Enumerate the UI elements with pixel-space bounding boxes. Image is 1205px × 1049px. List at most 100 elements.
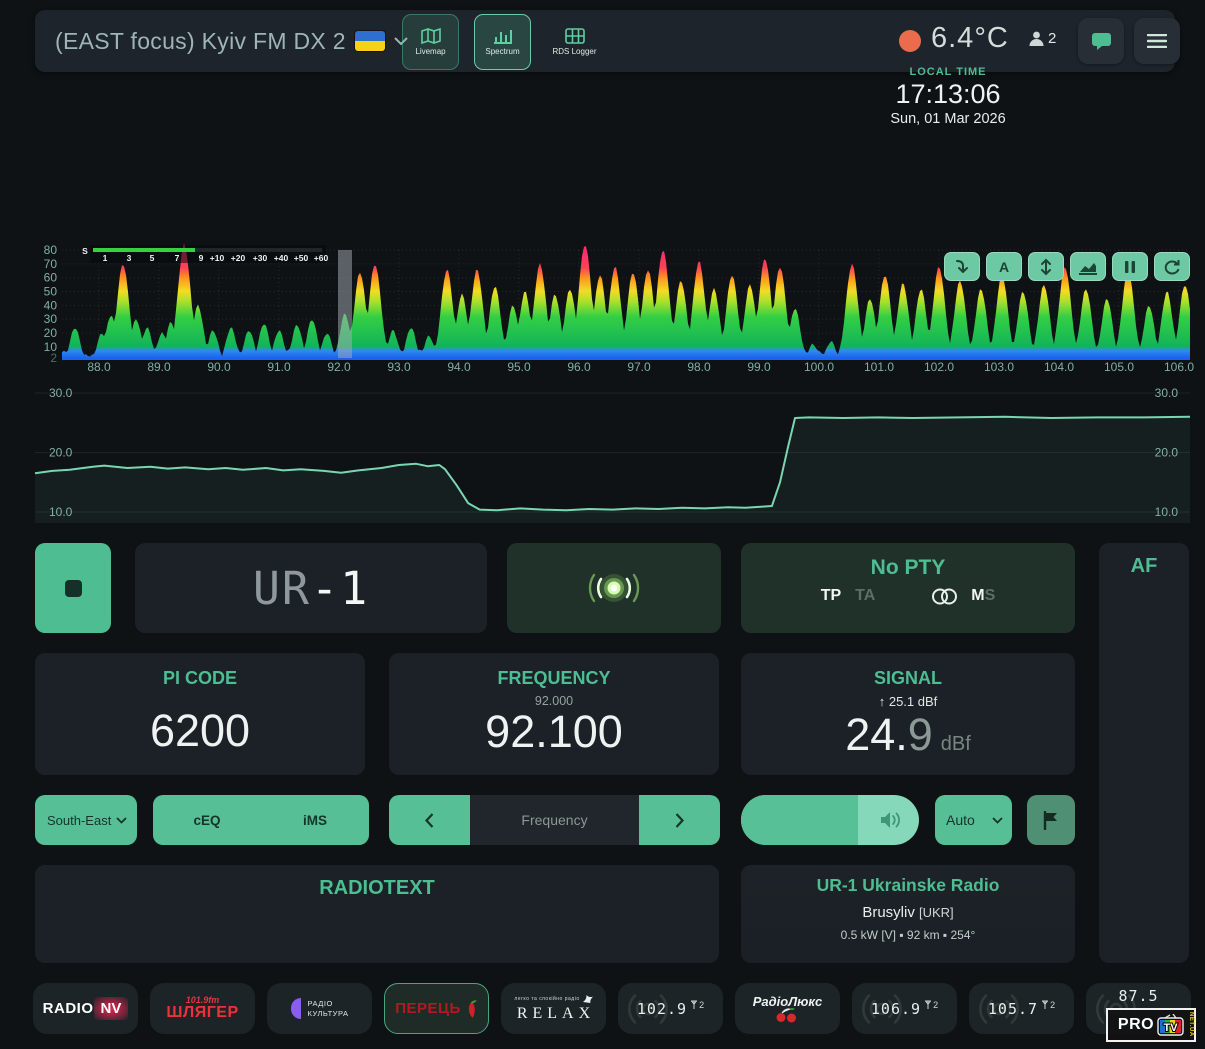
svg-text:+60: +60	[314, 253, 329, 263]
logo-text-accent: NV	[94, 997, 129, 1020]
preset-105.7[interactable]: 105.72	[969, 983, 1074, 1034]
chevron-down-icon	[116, 817, 127, 824]
svg-text:A: A	[999, 259, 1009, 275]
tp-flag: TP	[821, 587, 841, 605]
svg-text:7: 7	[175, 253, 180, 263]
preset-kultura[interactable]: РАДІОКУЛЬТУРА	[267, 983, 372, 1034]
svg-text:91.0: 91.0	[267, 360, 291, 374]
status-dot	[899, 30, 921, 52]
af-label: AF	[1099, 555, 1189, 578]
svg-text:101.0: 101.0	[864, 360, 894, 374]
svg-text:103.0: 103.0	[984, 360, 1014, 374]
livemap-label: Livemap	[415, 47, 445, 56]
pause-button[interactable]	[1112, 252, 1148, 281]
svg-text:95.0: 95.0	[507, 360, 531, 374]
ps-name-panel: UR-1	[135, 543, 487, 633]
signal-value-dec: 9	[908, 709, 933, 761]
logo: ПЕРЕЦЬ	[395, 998, 478, 1020]
pty-value: No PTY	[741, 556, 1075, 580]
play-stop-button[interactable]	[35, 543, 111, 633]
chevron-left-icon	[425, 813, 434, 828]
pty-panel: No PTY TP TA MS	[741, 543, 1075, 633]
local-time-value: 17:13:06	[848, 79, 1048, 110]
chevron-down-icon	[992, 817, 1003, 824]
svg-text:60: 60	[44, 271, 58, 285]
cherries-icon	[774, 1008, 800, 1023]
transmitter-badge: 2	[924, 1000, 938, 1010]
preset-102.9[interactable]: 102.92	[618, 983, 723, 1034]
fm-dx-webserver: (EAST focus) Kyiv FM DX 2 Livemap Spectr…	[0, 0, 1205, 1049]
auto-scale-button[interactable]: A	[986, 252, 1022, 281]
pin-down-button[interactable]	[944, 252, 980, 281]
spectrum-button[interactable]: Spectrum	[474, 14, 531, 70]
mode-select[interactable]: Auto	[935, 795, 1012, 845]
ta-flag: TA	[855, 587, 875, 605]
report-flag-button[interactable]	[1027, 795, 1075, 845]
logo: легко та спокійно радіо RELAX	[514, 995, 592, 1022]
tv-text: TV	[1164, 1022, 1179, 1034]
signal-panel: SIGNAL ↑ 25.1 dBf 24.9dBf	[741, 653, 1075, 775]
refresh-button[interactable]	[1154, 252, 1190, 281]
station-details: 0.5 kW [V] ▪ 92 km ▪ 254°	[741, 928, 1075, 942]
radiotext-label: RADIOTEXT	[35, 877, 719, 900]
svg-text:20: 20	[44, 326, 58, 340]
pi-code-panel: PI CODE 6200	[35, 653, 365, 775]
user-icon	[1028, 30, 1045, 47]
preset-relax[interactable]: легко та спокійно радіо RELAX	[501, 983, 606, 1034]
area-chart-icon	[1077, 258, 1099, 276]
ps-dim: UR	[253, 562, 311, 615]
ims-toggle[interactable]: iMS	[261, 813, 369, 828]
svg-text:70: 70	[44, 257, 58, 271]
chat-button[interactable]	[1078, 18, 1124, 64]
preset-shlyager[interactable]: 101.9fmШЛЯГЕР	[150, 983, 255, 1034]
signal-peak: ↑ 25.1 dBf	[879, 694, 938, 709]
signal-value-int: 24.	[845, 711, 908, 758]
mode-value: Auto	[946, 812, 975, 828]
preset-lux[interactable]: РадіоЛюкс	[735, 983, 840, 1034]
rds-flags: TP TA MS	[741, 587, 1075, 605]
svg-text:+20: +20	[231, 253, 246, 263]
frequency-value: 92.100	[485, 708, 623, 755]
preset-radio-nv[interactable]: RADIONV	[33, 983, 138, 1034]
volume-slider[interactable]	[741, 795, 919, 845]
station-location: Brusyliv [UKR]	[741, 904, 1075, 921]
preset-perets[interactable]: ПЕРЕЦЬ	[384, 983, 489, 1034]
eq-ims-toggle: cEQ iMS	[153, 795, 369, 845]
svg-text:89.0: 89.0	[147, 360, 171, 374]
tune-up-button[interactable]	[639, 795, 720, 845]
preset-frequency: 87.5	[1118, 987, 1158, 1005]
svg-text:+50: +50	[294, 253, 309, 263]
svg-text:100.0: 100.0	[804, 360, 834, 374]
tuned-frequency-band	[338, 250, 352, 358]
spectrum-toolbar: A	[944, 252, 1190, 281]
signal-unit: dBf	[941, 733, 971, 756]
rds-logger-button[interactable]: RDS Logger	[546, 14, 603, 70]
antenna-icon	[1041, 1000, 1049, 1009]
svg-text:96.0: 96.0	[567, 360, 591, 374]
preset-row: RADIONV101.9fmШЛЯГЕРРАДІОКУЛЬТУРА ПЕРЕЦЬ л…	[0, 983, 1205, 1034]
livemap-button[interactable]: Livemap	[402, 14, 459, 70]
pi-code-label: PI CODE	[163, 668, 237, 689]
spectrum-icon	[493, 28, 513, 44]
ukraine-flag-icon	[355, 31, 385, 51]
antenna-icon	[924, 1000, 932, 1009]
svg-text:80: 80	[44, 243, 58, 257]
graph-style-button[interactable]	[1070, 252, 1106, 281]
antenna-select[interactable]: South-East	[35, 795, 137, 845]
fit-vertical-icon	[1035, 258, 1057, 276]
ps-bright: -1	[311, 562, 369, 615]
menu-button[interactable]	[1134, 18, 1180, 64]
frequency-panel: FREQUENCY 92.000 92.100	[389, 653, 719, 775]
speaker-icon	[879, 809, 903, 831]
preset-frequency: 106.9	[871, 1000, 921, 1018]
preset-106.9[interactable]: 106.92	[852, 983, 957, 1034]
ceq-toggle[interactable]: cEQ	[153, 813, 261, 828]
crescent-icon	[291, 998, 301, 1019]
frequency-input[interactable]	[470, 795, 639, 845]
local-time-label: LOCAL TIME	[848, 66, 1048, 78]
fit-vertical-button[interactable]	[1028, 252, 1064, 281]
server-selector[interactable]: (EAST focus) Kyiv FM DX 2	[55, 10, 408, 72]
local-date: Sun, 01 Mar 2026	[848, 111, 1048, 127]
tune-down-button[interactable]	[389, 795, 470, 845]
frequency-label: FREQUENCY	[497, 668, 610, 689]
